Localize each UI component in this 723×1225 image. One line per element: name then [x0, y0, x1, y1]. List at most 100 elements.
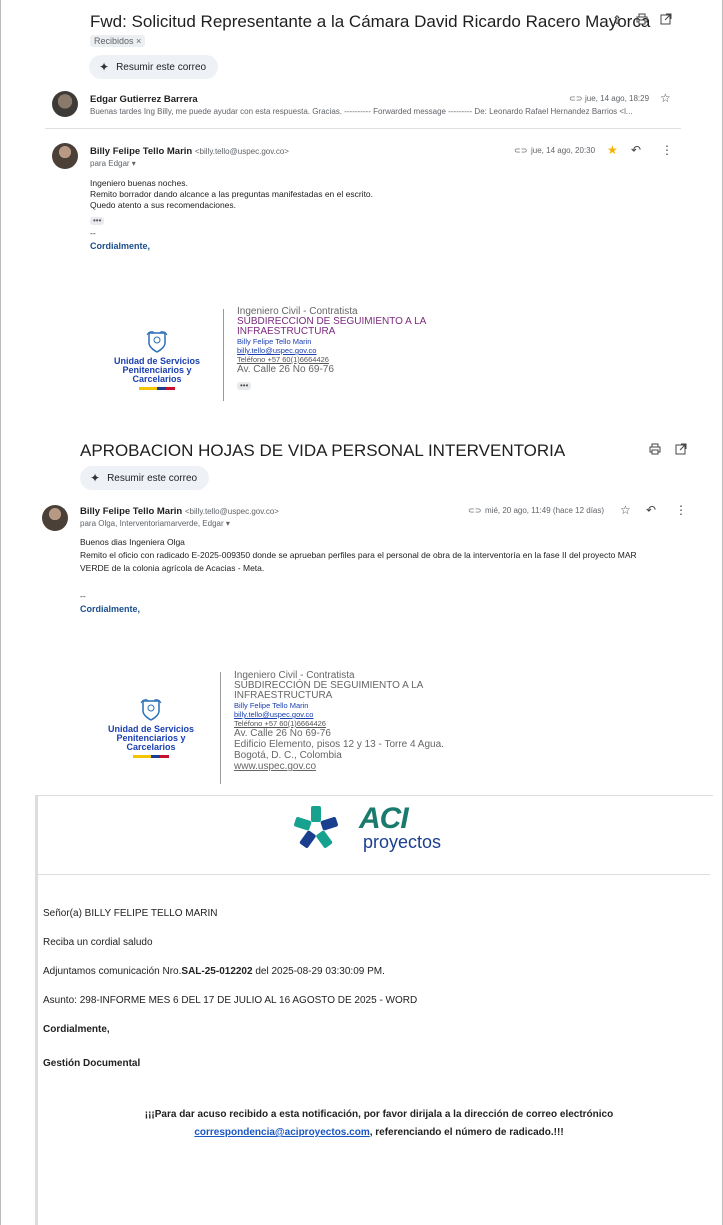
sender-name: Billy Felipe Tello Marin: [90, 146, 193, 157]
salute: Reciba un cordial saludo: [43, 937, 153, 948]
print-icon[interactable]: [633, 13, 651, 28]
avatar: [42, 505, 68, 531]
uspec-logo: Unidad de Servicios Penitenciarios y Car…: [91, 698, 211, 758]
aci-logo-subtext: proyectos: [363, 832, 442, 852]
communication-number: SAL-25-012202: [181, 966, 253, 977]
signature-name: Billy Felipe Tello Marin: [237, 337, 312, 346]
star-icon[interactable]: ☆: [620, 503, 631, 517]
signature-divider: [220, 672, 221, 784]
summarize-label: Resumir este correo: [107, 472, 198, 484]
more-options-icon[interactable]: ⋮: [675, 503, 687, 517]
message-body: Buenos dias Ingeniera Olga Remito el ofi…: [80, 537, 710, 574]
signature-dept-line2: INFRAESTRUCTURA: [234, 690, 333, 701]
signature-building: Edificio Elemento, pisos 12 y 13 - Torre…: [234, 739, 444, 750]
sparkle-icon: ✦: [90, 471, 101, 485]
summarize-label: Resumir este correo: [116, 61, 207, 73]
sender-header: Billy Felipe Tello Marin <billy.tello@us…: [90, 146, 289, 157]
avatar: [52, 91, 78, 117]
coat-of-arms-icon: [146, 331, 168, 353]
divider: [38, 874, 710, 875]
signature-block: Ingeniero Civil - Contratista SUBDIRECCI…: [234, 670, 444, 772]
expand-collapse-icon[interactable]: ⇕: [609, 13, 625, 27]
body-line: Remito el oficio con radicado E-2025-009…: [80, 550, 637, 560]
signature-name: Billy Felipe Tello Marin: [234, 701, 309, 710]
aci-logo: ACI proyectos: [285, 802, 485, 856]
notice-text: ¡¡¡Para dar acuso recibido a esta notifi…: [144, 1109, 614, 1120]
org-name-line2: Penitenciarios y Carcelarios: [116, 733, 186, 752]
body-line: Ingeniero buenas noches.: [90, 178, 188, 188]
greeting: Señor(a) BILLY FELIPE TELLO MARIN: [43, 908, 218, 919]
summarize-button[interactable]: ✦ Resumir este correo: [89, 55, 219, 79]
print-icon[interactable]: [646, 443, 664, 458]
signature-separator: --: [90, 228, 96, 238]
sender-email: <billy.tello@uspec.gov.co>: [194, 147, 289, 156]
signature-block: Ingeniero Civil - Contratista SUBDIRECCI…: [237, 306, 426, 393]
body-line: VERDE de la colonia agrícola de Acacias …: [80, 563, 265, 573]
recipients-toggle[interactable]: para Edgar ▾: [90, 159, 136, 168]
label-chip-inbox[interactable]: Recibidos ×: [90, 35, 146, 47]
sender-header: Billy Felipe Tello Marin <billy.tello@us…: [80, 506, 279, 517]
flag-bar: [133, 755, 169, 758]
star-icon[interactable]: ☆: [660, 91, 671, 105]
signature-email-link[interactable]: billy.tello@uspec.gov.co: [234, 710, 444, 719]
reply-icon[interactable]: ↶: [631, 143, 641, 157]
attachment-icon: ⊂⊃: [569, 94, 583, 103]
more-options-icon[interactable]: ⋮: [661, 143, 673, 157]
signature-website-link[interactable]: www.uspec.gov.co: [234, 761, 444, 772]
org-name-line2: Penitenciarios y Carcelarios: [122, 365, 192, 384]
aci-asterisk-icon: [294, 806, 338, 848]
attachment-icon: ⊂⊃: [468, 506, 482, 515]
uspec-logo: Unidad de Servicios Penitenciarios y Car…: [97, 330, 217, 390]
department: Gestión Documental: [43, 1058, 141, 1069]
flag-bar: [139, 387, 175, 390]
signature-dept-line2: INFRAESTRUCTURA: [237, 326, 336, 337]
open-new-window-icon[interactable]: [657, 13, 675, 28]
recipients-toggle[interactable]: para Olga, Interventoriamarverde, Edgar …: [80, 519, 230, 528]
subject-line: Asunto: 298-INFORME MES 6 DEL 17 DE JULI…: [43, 995, 418, 1006]
notice-suffix: , referenciando el número de radicado.!!…: [369, 1127, 564, 1138]
communication-suffix: del 2025-08-29 03:30:09 PM.: [252, 966, 385, 977]
signature-phone[interactable]: Teléfono +57 60(1)6664426: [237, 355, 426, 364]
aci-notification-frame: [35, 795, 713, 1225]
page-frame: Fwd: Solicitud Representante a la Cámara…: [0, 0, 723, 1225]
message-date: jue, 14 ago, 20:30: [531, 146, 596, 155]
sparkle-icon: ✦: [99, 60, 110, 74]
acknowledgement-notice: ¡¡¡Para dar acuso recibido a esta notifi…: [61, 1106, 697, 1142]
signature-address: Av. Calle 26 No 69-76: [234, 728, 331, 739]
summarize-button[interactable]: ✦ Resumir este correo: [80, 466, 210, 490]
closing: Cordialmente,: [43, 1024, 110, 1035]
message-body: Ingeniero buenas noches. Remito borrador…: [90, 178, 373, 211]
closing: Cordialmente,: [90, 241, 151, 251]
signature-divider: [223, 309, 224, 401]
email-subject: Fwd: Solicitud Representante a la Cámara…: [90, 12, 651, 31]
avatar: [52, 143, 78, 169]
reply-icon[interactable]: ↶: [646, 503, 656, 517]
sender-name: Billy Felipe Tello Marin: [80, 506, 183, 517]
body-line: Quedo atento a sus recomendaciones.: [90, 200, 237, 210]
coat-of-arms-icon: [140, 699, 162, 721]
sender-email: <billy.tello@uspec.gov.co>: [184, 507, 279, 516]
sender-name: Edgar Gutierrez Barrera: [90, 94, 198, 105]
message-date: jue, 14 ago, 18:29: [585, 94, 650, 103]
attachment-icon: ⊂⊃: [514, 146, 528, 155]
message-snippet[interactable]: Buenas tardes Ing Billy, me puede ayudar…: [90, 107, 674, 116]
signature-address: Av. Calle 26 No 69-76: [237, 364, 334, 375]
communication-line: Adjuntamos comunicación Nro.SAL-25-01220…: [43, 966, 385, 977]
divider: [45, 128, 681, 129]
closing: Cordialmente,: [80, 604, 141, 614]
signature-email-link[interactable]: billy.tello@uspec.gov.co: [237, 346, 426, 355]
aci-logo-text: ACI: [359, 802, 409, 835]
signature-phone[interactable]: Teléfono +57 60(1)6664426: [234, 719, 444, 728]
notice-email-link[interactable]: correspondencia@aciproyectos.com: [194, 1127, 369, 1138]
communication-prefix: Adjuntamos comunicación Nro.: [43, 966, 182, 977]
signature-city: Bogotá, D. C., Colombia: [234, 750, 342, 761]
body-line: Remito borrador dando alcance a las preg…: [90, 189, 374, 199]
message-date: mié, 20 ago, 11:49 (hace 12 días): [485, 506, 605, 515]
body-line: Buenos dias Ingeniera Olga: [80, 537, 185, 547]
open-new-window-icon[interactable]: [672, 443, 690, 458]
signature-separator: --: [80, 591, 86, 601]
star-icon[interactable]: ★: [607, 143, 618, 157]
show-trimmed-content-button[interactable]: •••: [237, 382, 252, 390]
show-trimmed-content-button[interactable]: •••: [90, 217, 105, 225]
email-subject: APROBACION HOJAS DE VIDA PERSONAL INTERV…: [80, 441, 566, 460]
